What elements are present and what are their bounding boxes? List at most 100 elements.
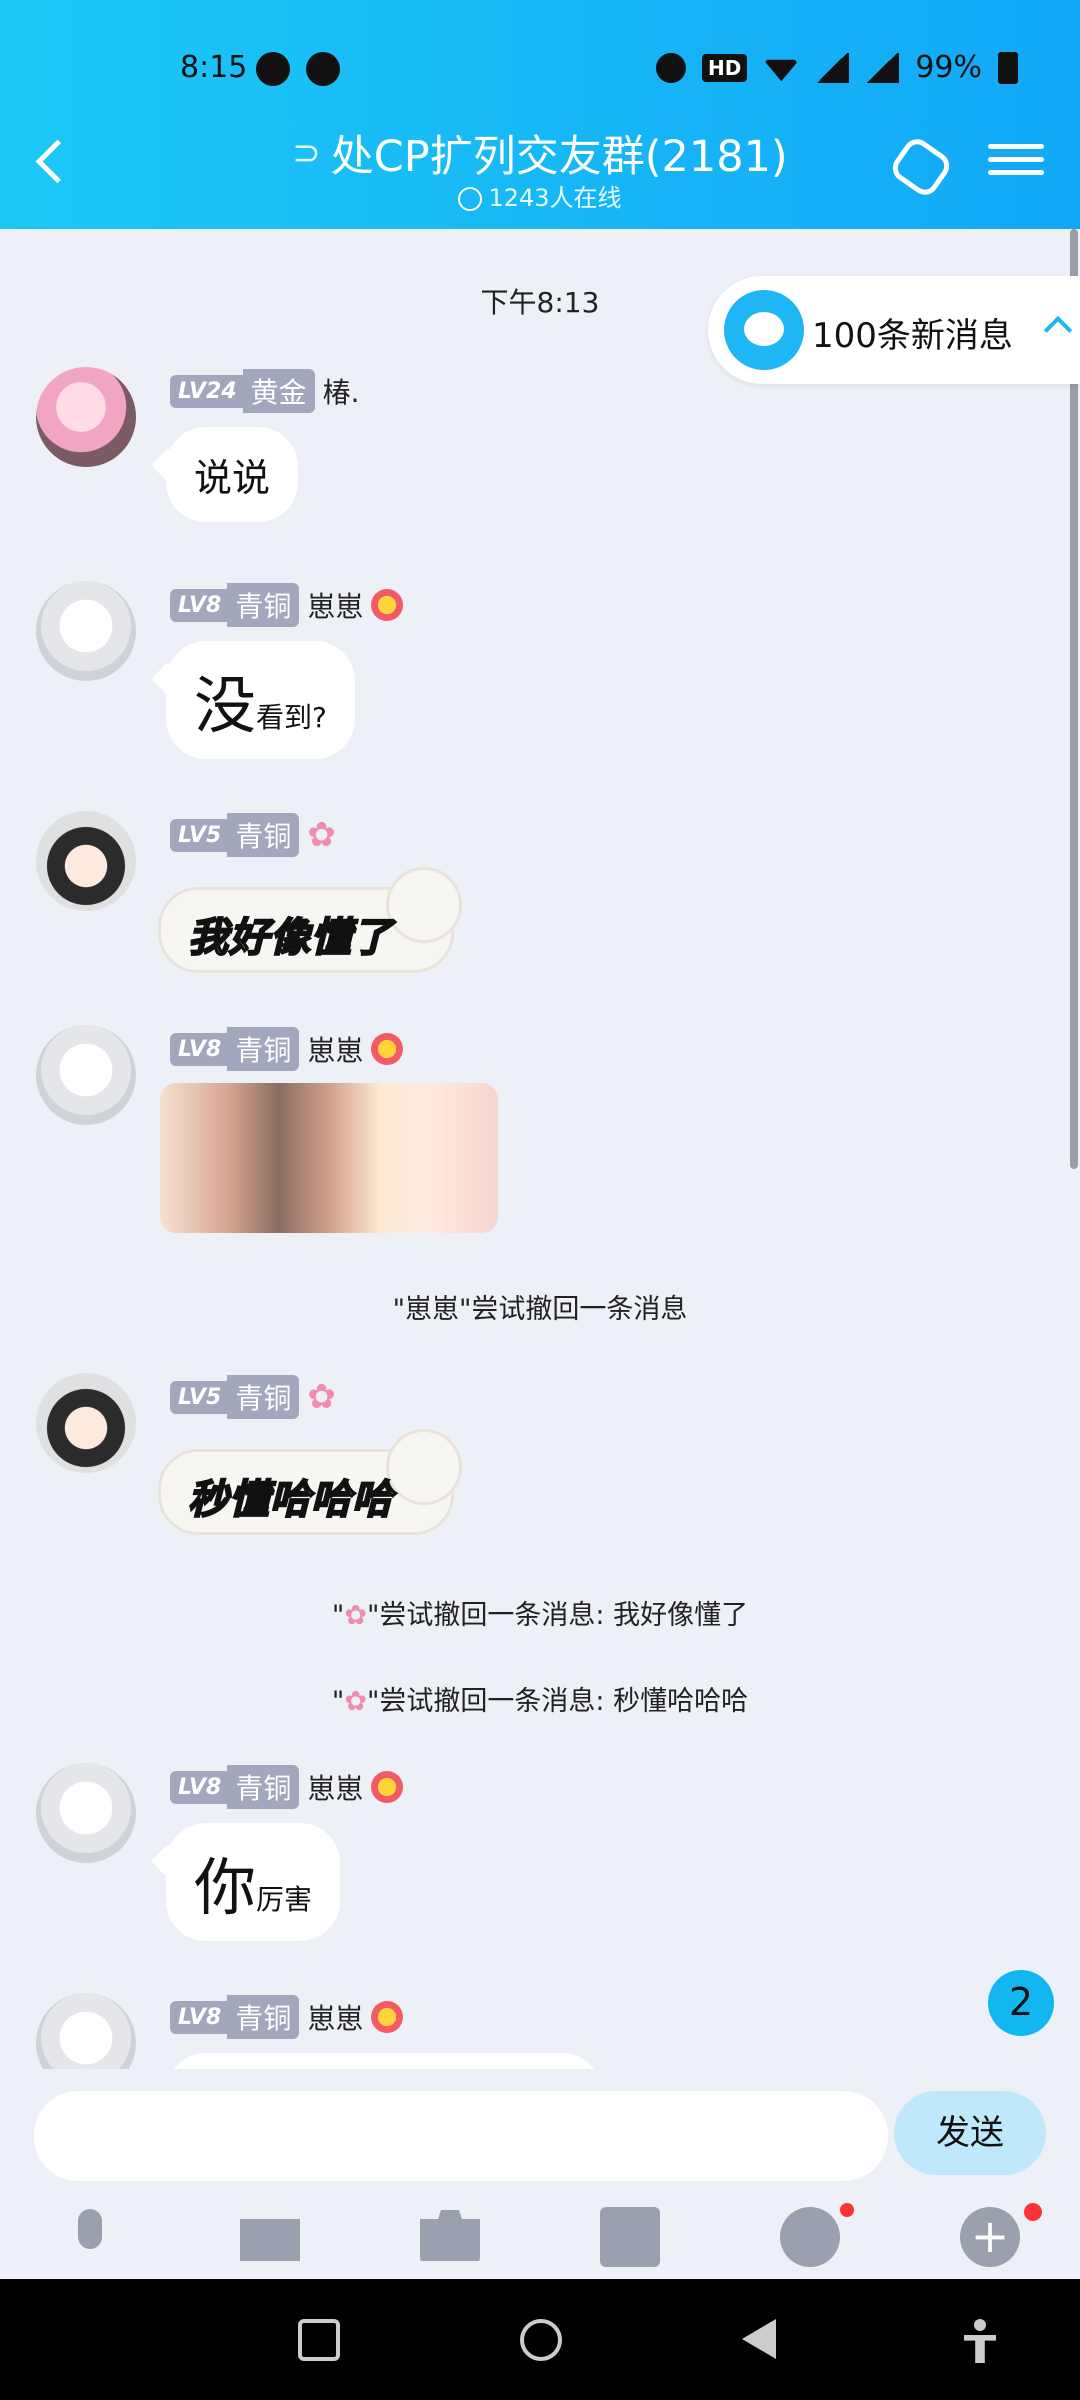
message-list[interactable]: 下午8:13 LV24 黄金 椿. 说说 LV8 青铜 崽崽 没看到? LV5 … [0,229,1080,2069]
sender-name: 崽崽 [307,2002,364,2035]
q-app-icon [306,52,340,86]
avatar[interactable] [36,581,136,681]
sender-name: 椿. [322,376,360,409]
send-button[interactable]: 发送 [894,2091,1046,2175]
sakura-icon: ✿ [344,1686,367,1717]
message-text-big: 你 [194,1851,257,1924]
level-badge: LV5 [170,1380,228,1414]
level-badge: LV8 [170,1032,228,1066]
toolbar [0,2203,1080,2277]
avatar[interactable] [36,1025,136,1125]
message-text: 说说 [194,456,271,500]
back-icon[interactable] [742,2319,776,2359]
rank-badge: 青铜 [227,1995,300,2039]
ear-icon: ⊃ [292,133,321,173]
recall-notice: "崽崽"尝试撤回一条消息 [392,1294,688,1325]
rank-badge: 青铜 [227,1765,300,1809]
emoji-icon[interactable] [780,2207,840,2267]
message-text-big: 没 [194,669,257,742]
chat-header: 8:15 HD 99% ⊃ 处CP扩列交友群(2181) 1243人在线 [0,0,1080,229]
wifi-icon [763,53,799,83]
rank-badge: 青铜 [227,1375,300,1419]
sender-meta: LV5 青铜 ✿ [170,1375,336,1419]
avatar[interactable] [36,1763,136,1863]
online-text: 1243人在线 [488,184,622,212]
sender-meta: LV24 黄金 椿. [170,369,360,413]
battery-percent: 99% [915,50,982,85]
recall-text: "尝试撤回一条消息: 秒懂哈哈哈 [366,1686,749,1717]
unread-count-badge[interactable]: 2 [988,1970,1054,2036]
duck-sticker-icon [386,867,462,943]
red-packet-icon[interactable] [600,2207,660,2267]
level-badge: LV24 [170,374,243,408]
sender-name: 崽崽 [307,1034,364,1067]
message-text-small: 看到? [256,701,327,734]
message-bubble[interactable]: 没看到? [166,641,355,759]
sender-meta: LV8 青铜 崽崽 [170,1765,404,1809]
rank-badge: 青铜 [227,813,300,857]
new-messages-notice[interactable]: 100条新消息 [708,276,1080,384]
camera-icon[interactable] [420,2210,480,2261]
sender-name: 崽崽 [307,1772,364,1805]
flower-badge-icon [371,2001,404,2033]
flower-badge-icon [371,589,404,621]
notification-dot [1024,2203,1042,2221]
signal-icon [815,52,850,83]
menu-button[interactable] [988,136,1044,192]
hd-badge: HD [701,53,748,82]
sender-meta: LV8 青铜 崽崽 [170,583,404,627]
message-icon [724,290,804,370]
level-badge: LV8 [170,1770,228,1804]
online-icon [458,187,483,211]
avatar[interactable] [36,811,136,911]
image-icon[interactable] [240,2219,300,2261]
rank-badge: 青铜 [227,583,300,627]
sakura-icon: ✿ [307,1377,336,1417]
new-messages-text: 100条新消息 [812,316,1013,356]
notification-dot [840,2203,854,2217]
message-bubble[interactable]: 说说 [166,427,299,522]
message-bubble[interactable] [166,2053,602,2069]
level-badge: LV5 [170,818,228,852]
rank-badge: 黄金 [242,369,315,413]
message-input[interactable] [34,2091,888,2181]
rank-badge: 青铜 [227,1027,300,1071]
avatar[interactable] [36,1373,136,1473]
flower-badge-icon [371,1033,404,1065]
sender-meta: LV8 青铜 崽崽 [170,1027,404,1071]
system-nav-bar [0,2279,1080,2400]
recall-text-pre: " [331,1600,345,1631]
recall-text: "尝试撤回一条消息: 我好像懂了 [366,1600,749,1631]
image-message[interactable] [160,1083,498,1233]
level-badge: LV8 [170,588,228,622]
recent-apps-icon[interactable] [298,2319,340,2361]
home-icon[interactable] [520,2319,562,2361]
sakura-icon: ✿ [344,1600,367,1631]
sender-meta: LV5 青铜 ✿ [170,813,336,857]
recall-notice: "✿"尝试撤回一条消息: 我好像懂了 [0,1593,1080,1632]
microphone-icon[interactable] [60,2207,120,2267]
sakura-icon: ✿ [307,815,336,855]
sticker-message[interactable]: 秒懂哈哈哈 [158,1429,462,1535]
status-bar: 8:15 HD 99% [0,44,1080,94]
group-title: 处CP扩列交友群(2181) [330,132,788,182]
sender-meta: LV8 青铜 崽崽 [170,1995,404,2039]
sender-name: 崽崽 [307,590,364,623]
recall-text-pre: " [331,1686,345,1717]
recall-notice: "✿"尝试撤回一条消息: 秒懂哈哈哈 [0,1679,1080,1718]
message-text-small: 厉害 [256,1883,313,1916]
battery-icon [998,51,1018,84]
chevron-up-icon [1043,315,1073,345]
accessibility-icon[interactable] [960,2319,1000,2359]
level-badge: LV8 [170,2000,228,2034]
duck-sticker-icon [386,1429,462,1505]
plus-icon[interactable] [960,2207,1020,2267]
avatar[interactable] [36,1993,136,2069]
avatar[interactable] [36,367,136,467]
flower-badge-icon [371,1771,404,1803]
message-bubble[interactable]: 你厉害 [166,1823,341,1941]
sticker-message[interactable]: 我好像懂了 [158,867,462,973]
status-time: 8:15 [180,50,248,85]
alarm-icon [655,52,686,83]
sticker-text: 秒懂哈哈哈 [187,1476,393,1524]
